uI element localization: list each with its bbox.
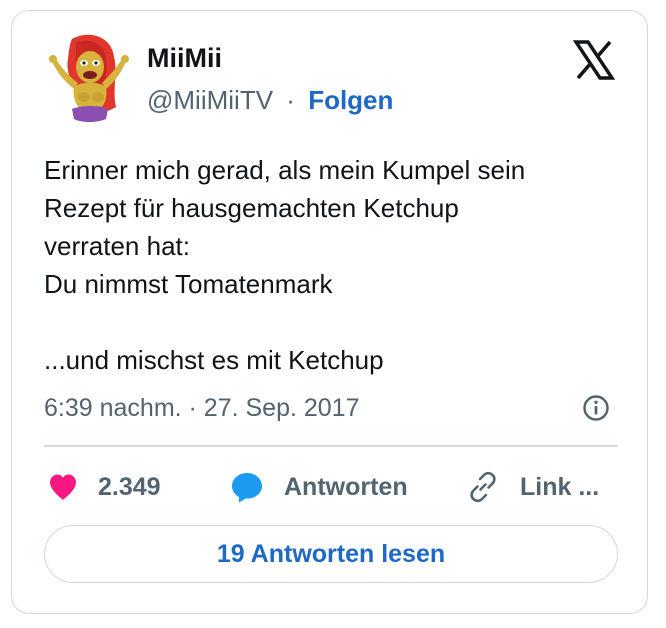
author-display-name[interactable]: MiiMii: [147, 41, 222, 75]
heart-icon: [50, 474, 76, 500]
avatar[interactable]: [42, 31, 134, 127]
x-logo-icon-shape: [572, 40, 616, 80]
info-icon-shape: [583, 395, 609, 421]
tweet-text-line: verraten hat:: [44, 231, 190, 261]
info-icon[interactable]: [582, 394, 610, 422]
tweet-text-line: [44, 303, 624, 341]
reply-label: Antworten: [284, 472, 408, 501]
divider: [44, 445, 618, 447]
avatar-image: [42, 31, 134, 127]
follow-button[interactable]: Folgen: [308, 85, 393, 115]
like-button[interactable]: 2.349: [48, 467, 161, 507]
author-handle-row: @MiiMiiTV · Folgen: [147, 83, 393, 117]
tweet-text: Erinner mich gerad, als mein Kumpel sein…: [44, 151, 624, 379]
tweet-card: MiiMii @MiiMiiTV · Folgen Erinner mich g…: [11, 10, 648, 614]
separator-dot: ·: [286, 85, 295, 115]
link-icon: [470, 471, 496, 503]
copy-link-button[interactable]: Link ...: [466, 467, 599, 507]
tweet-text-line: Du nimmst Tomatenmark: [44, 269, 333, 299]
x-logo-icon[interactable]: [572, 39, 616, 81]
tweet-text-line: Rezept für hausgemachten Ketchup: [44, 193, 459, 223]
read-replies-button[interactable]: 19 Antworten lesen: [44, 525, 618, 583]
tweet-text-line: Erinner mich gerad, als mein Kumpel sein: [44, 155, 526, 185]
author-handle[interactable]: @MiiMiiTV: [147, 85, 273, 115]
reply-button[interactable]: Antworten: [230, 467, 408, 507]
tweet-text-line: ...und mischst es mit Ketchup: [44, 345, 384, 375]
like-count: 2.349: [98, 472, 161, 501]
link-label: Link ...: [520, 472, 600, 501]
reply-bubble-icon: [232, 473, 262, 503]
tweet-timestamp[interactable]: 6:39 nachm. · 27. Sep. 2017: [44, 391, 360, 425]
